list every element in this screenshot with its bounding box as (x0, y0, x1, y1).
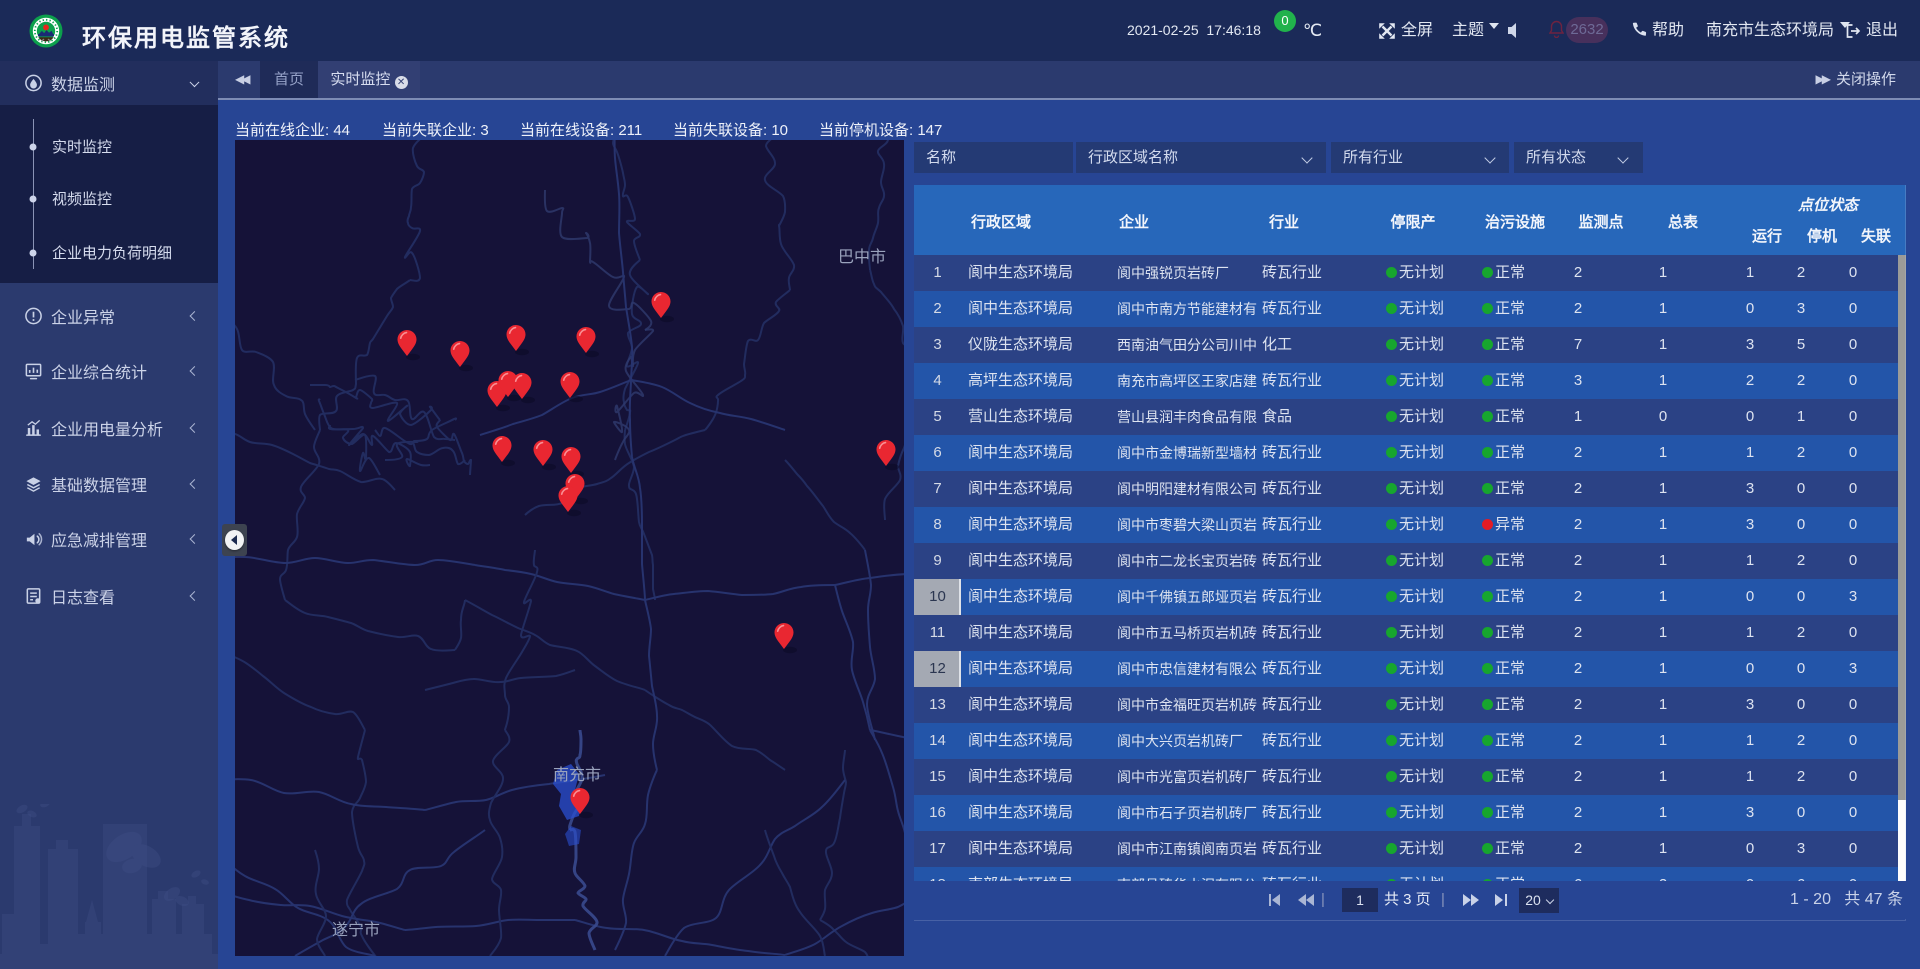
svg-text:南充市: 南充市 (553, 766, 601, 784)
svg-text:巴中市: 巴中市 (838, 248, 886, 266)
svg-text:遂宁市: 遂宁市 (332, 921, 380, 939)
